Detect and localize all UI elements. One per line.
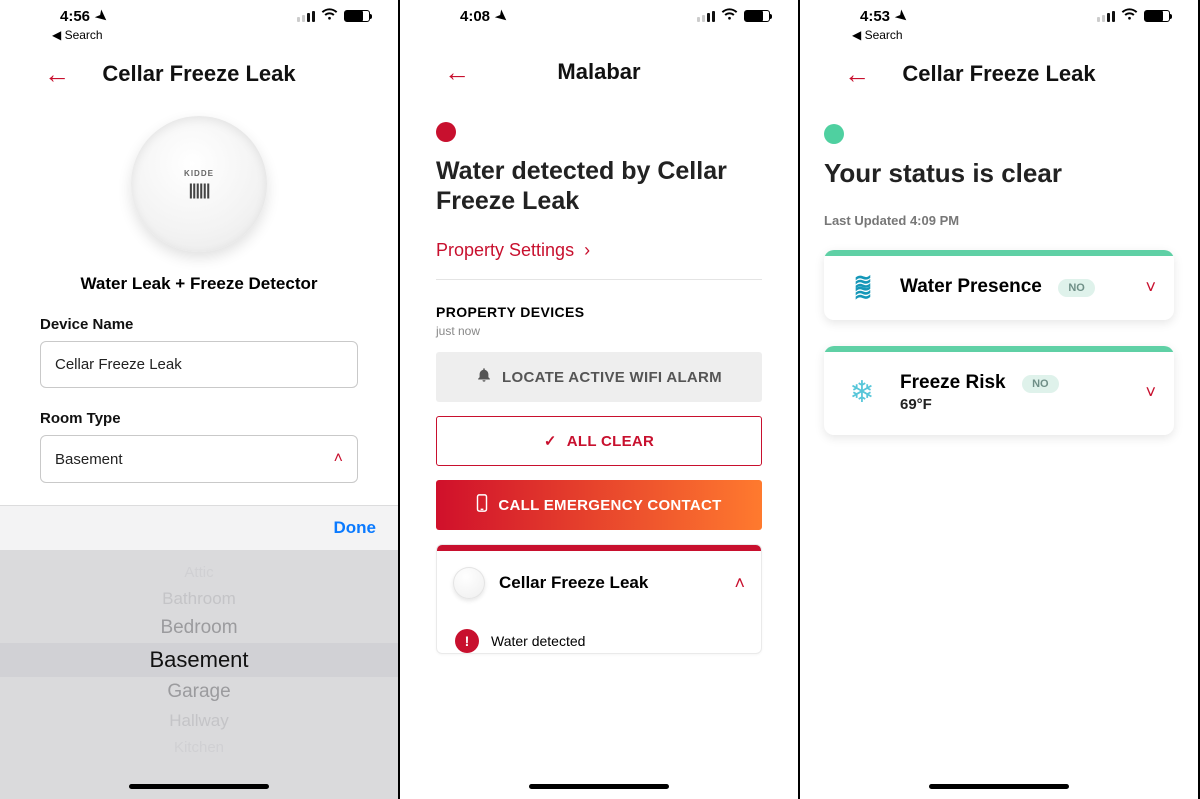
- location-icon: ➤: [892, 6, 912, 27]
- picker-done-button[interactable]: Done: [334, 518, 377, 538]
- all-clear-button[interactable]: ✓ ALL CLEAR: [436, 416, 762, 466]
- device-card-title: Cellar Freeze Leak: [499, 573, 720, 593]
- device-card-status: Water detected: [491, 633, 585, 649]
- speaker-grille-icon: ||||||: [189, 182, 210, 200]
- check-icon: ✓: [544, 432, 557, 450]
- bell-icon: [476, 367, 492, 387]
- chevron-up-icon: ˄: [334, 450, 343, 468]
- back-to-search-label: Search: [65, 28, 103, 42]
- status-bar: 4:53 ➤: [800, 0, 1198, 26]
- picker-option[interactable]: Bathroom: [0, 585, 398, 613]
- location-icon: ➤: [92, 6, 112, 27]
- nav-bar: ← Cellar Freeze Leak: [800, 50, 1198, 98]
- page-title: Malabar: [557, 59, 640, 85]
- device-brand: KIDDE: [184, 169, 214, 178]
- wifi-icon: [1121, 8, 1138, 24]
- picker-toolbar: Done: [0, 505, 398, 550]
- locate-alarm-label: LOCATE ACTIVE WIFI ALARM: [502, 369, 722, 386]
- device-name-field[interactable]: Cellar Freeze Leak: [40, 341, 358, 388]
- back-icon[interactable]: ←: [844, 59, 870, 90]
- last-updated: Last Updated 4:09 PM: [824, 213, 1174, 228]
- freeze-icon: ❄: [842, 375, 882, 410]
- status-headline: Your status is clear: [824, 158, 1174, 189]
- picker-option[interactable]: Attic: [0, 560, 398, 585]
- status-bar: 4:56 ➤: [0, 0, 398, 26]
- chevron-right-icon: ›: [584, 240, 590, 261]
- status-time: 4:56: [60, 8, 90, 25]
- page-title: Cellar Freeze Leak: [902, 61, 1095, 87]
- call-emergency-button[interactable]: CALL EMERGENCY CONTACT: [436, 480, 762, 530]
- freeze-card-temp: 69°F: [900, 396, 1127, 413]
- status-bar: 4:08 ➤: [400, 0, 798, 26]
- property-devices-updated: just now: [436, 324, 762, 338]
- all-clear-label: ALL CLEAR: [567, 433, 654, 450]
- picker-option-selected[interactable]: Basement: [0, 643, 398, 677]
- battery-icon: [1144, 10, 1170, 22]
- status-dot-alert-icon: [436, 122, 456, 142]
- wifi-icon: [321, 8, 338, 24]
- freeze-risk-card[interactable]: ❄ Freeze Risk NO 69°F ˅: [824, 346, 1174, 435]
- picker-option[interactable]: Hallway: [0, 707, 398, 735]
- room-picker[interactable]: Attic Bathroom Bedroom Basement Garage H…: [0, 550, 398, 799]
- freeze-card-title: Freeze Risk: [900, 372, 1006, 393]
- room-type-field[interactable]: Basement ˄: [40, 435, 358, 483]
- signal-icon: [697, 11, 715, 22]
- back-to-search[interactable]: ◀ Search: [800, 28, 1198, 42]
- chevron-up-icon[interactable]: ˄: [734, 573, 745, 594]
- back-to-search-label: Search: [865, 28, 903, 42]
- status-time: 4:53: [860, 8, 890, 25]
- picker-option[interactable]: Kitchen: [0, 735, 398, 760]
- status-time: 4:08: [460, 8, 490, 25]
- picker-option[interactable]: Garage: [0, 677, 398, 707]
- nav-bar: ← Cellar Freeze Leak: [0, 50, 398, 98]
- location-icon: ➤: [492, 6, 512, 27]
- chevron-down-icon[interactable]: ˅: [1145, 277, 1156, 298]
- water-card-title: Water Presence: [900, 276, 1042, 297]
- status-dot-ok-icon: [824, 124, 844, 144]
- property-settings-link[interactable]: Property Settings ›: [436, 240, 762, 280]
- alert-icon: !: [455, 629, 479, 653]
- signal-icon: [1097, 11, 1115, 22]
- water-presence-card[interactable]: ≋≋ Water Presence NO ˅: [824, 250, 1174, 320]
- wifi-icon: [721, 8, 738, 24]
- property-settings-label: Property Settings: [436, 240, 574, 261]
- page-title: Cellar Freeze Leak: [102, 61, 295, 87]
- device-subtitle: Water Leak + Freeze Detector: [0, 274, 398, 294]
- device-name-value: Cellar Freeze Leak: [55, 356, 182, 373]
- battery-icon: [744, 10, 770, 22]
- panel-property-alert: 4:08 ➤ ← Malabar Water detected by Cella…: [400, 0, 800, 799]
- home-indicator[interactable]: [129, 784, 269, 789]
- water-icon: ≋≋: [842, 276, 882, 298]
- back-to-search[interactable]: ◀ Search: [0, 28, 398, 42]
- chevron-down-icon[interactable]: ˅: [1145, 382, 1156, 403]
- device-image: KIDDE ||||||: [0, 116, 398, 252]
- call-emergency-label: CALL EMERGENCY CONTACT: [498, 497, 721, 514]
- phone-icon: [476, 494, 488, 516]
- back-icon[interactable]: ←: [44, 59, 70, 90]
- detector-icon: KIDDE ||||||: [131, 116, 267, 252]
- nav-bar: ← Malabar: [400, 48, 798, 96]
- back-icon[interactable]: ←: [444, 57, 470, 88]
- detector-icon: [453, 567, 485, 599]
- device-name-label: Device Name: [40, 316, 358, 333]
- picker-option[interactable]: Bedroom: [0, 613, 398, 643]
- locate-alarm-button[interactable]: LOCATE ACTIVE WIFI ALARM: [436, 352, 762, 402]
- room-type-value: Basement: [55, 451, 123, 468]
- home-indicator[interactable]: [929, 784, 1069, 789]
- panel-status-clear: 4:53 ➤ ◀ Search ← Cellar Freeze Leak You…: [800, 0, 1200, 799]
- panel-device-settings: 4:56 ➤ ◀ Search ← Cellar Freeze Leak KID…: [0, 0, 400, 799]
- water-card-badge: NO: [1058, 279, 1095, 297]
- home-indicator[interactable]: [529, 784, 669, 789]
- freeze-card-badge: NO: [1022, 375, 1059, 393]
- battery-icon: [344, 10, 370, 22]
- device-card[interactable]: Cellar Freeze Leak ˄ ! Water detected: [436, 544, 762, 654]
- alert-headline: Water detected by Cellar Freeze Leak: [436, 156, 762, 216]
- signal-icon: [297, 11, 315, 22]
- property-devices-heading: PROPERTY DEVICES: [436, 304, 762, 320]
- room-type-label: Room Type: [40, 410, 358, 427]
